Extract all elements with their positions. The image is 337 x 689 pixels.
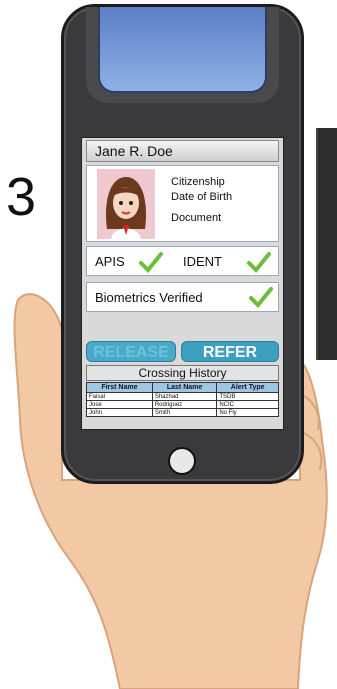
biometrics-check: Biometrics Verified	[86, 282, 279, 312]
refer-button[interactable]: REFER	[181, 341, 279, 362]
alert-type-cell: No Fly	[216, 408, 279, 417]
crossing-history-title: Crossing History	[86, 365, 279, 381]
crossing-history-table: First Name Last Name Alert Type Faisal S…	[86, 382, 279, 417]
traveler-name: Jane R. Doe	[86, 140, 279, 162]
last-name-cell: Smith	[151, 408, 218, 417]
last-name-cell: Shazhad	[151, 392, 218, 401]
step-number: 3	[6, 167, 37, 227]
dob-label: Date of Birth	[171, 191, 233, 203]
biometrics-label: Biometrics Verified	[95, 290, 203, 305]
home-button[interactable]	[168, 447, 196, 475]
phone-top-bezel	[86, 7, 279, 103]
phone-screen: Jane R. Doe Citizenship Date of Birth Do…	[81, 137, 284, 430]
alert-type-cell: NCIC	[216, 400, 279, 409]
screening-checks: APIS IDENT	[86, 246, 279, 276]
table-row[interactable]: Jose Rodriguez NCIC	[86, 400, 279, 409]
column-header: First Name	[86, 382, 153, 393]
check-icon	[247, 252, 271, 273]
document-label: Document	[171, 212, 222, 224]
column-header: Last Name	[151, 382, 218, 393]
ident-label: IDENT	[183, 254, 222, 269]
id-card: Citizenship Date of Birth Document	[86, 165, 279, 242]
id-fields: Citizenship Date of Birth Document	[171, 175, 232, 226]
release-button[interactable]: RELEASE	[86, 341, 176, 362]
apis-label: APIS	[95, 254, 125, 269]
table-row[interactable]: John Smith No Fly	[86, 408, 279, 417]
check-icon	[249, 287, 273, 308]
person-icon	[97, 169, 155, 239]
avatar	[97, 169, 155, 239]
table-header-row: First Name Last Name Alert Type	[86, 382, 279, 393]
phone-camera-panel	[98, 7, 267, 93]
alert-type-cell: TSDB	[216, 392, 279, 401]
last-name-cell: Rodriguez	[151, 400, 218, 409]
check-icon	[139, 252, 163, 273]
citizenship-label: Citizenship	[171, 176, 225, 188]
first-name-cell: John	[86, 408, 153, 417]
phone-device: Jane R. Doe Citizenship Date of Birth Do…	[61, 4, 304, 484]
first-name-cell: Faisal	[86, 392, 153, 401]
first-name-cell: Jose	[86, 400, 153, 409]
table-row[interactable]: Faisal Shazhad TSDB	[86, 392, 279, 401]
column-header: Alert Type	[216, 382, 279, 393]
